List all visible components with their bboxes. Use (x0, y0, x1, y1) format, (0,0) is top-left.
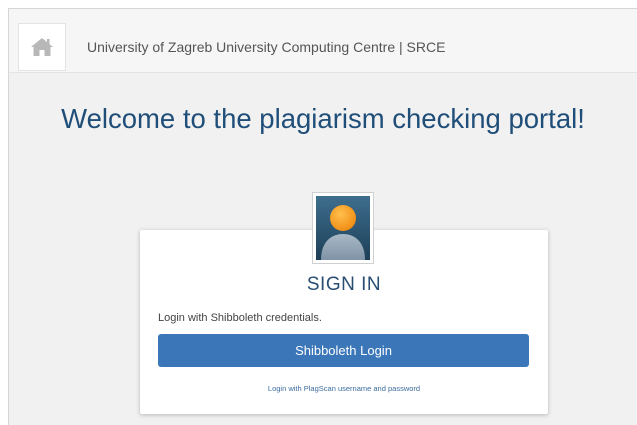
home-icon (31, 38, 53, 56)
page-frame: University of Zagreb University Computin… (8, 8, 637, 425)
login-instruction: Login with Shibboleth credentials. (158, 312, 322, 324)
top-bar: University of Zagreb University Computin… (9, 9, 637, 73)
user-avatar (312, 192, 374, 264)
plagscan-login-link[interactable]: Login with PlagScan username and passwor… (140, 384, 548, 393)
welcome-heading: Welcome to the plagiarism checking porta… (61, 103, 585, 134)
organization-title: University of Zagreb University Computin… (87, 39, 446, 55)
shibboleth-login-button[interactable]: Shibboleth Login (158, 334, 529, 367)
signin-title: SIGN IN (306, 274, 382, 295)
user-avatar-icon (316, 196, 370, 260)
home-button[interactable] (18, 23, 66, 71)
